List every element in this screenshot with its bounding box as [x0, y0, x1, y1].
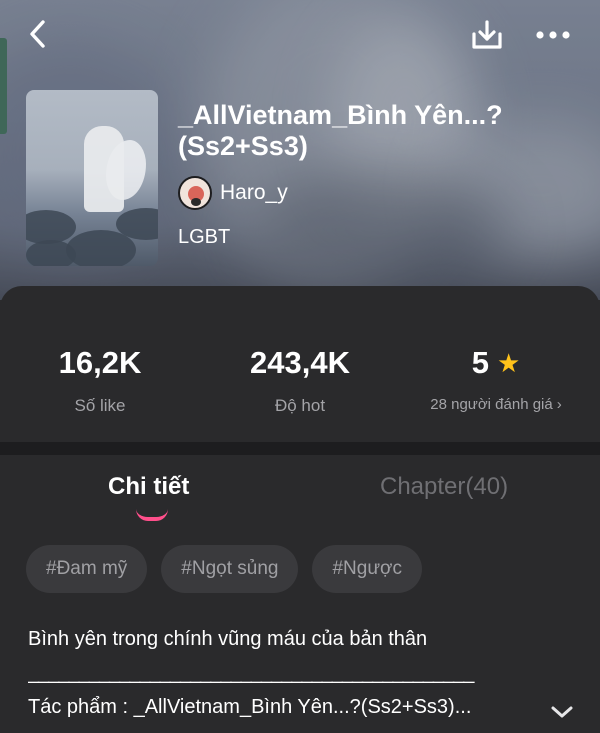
tab-bar: Chi tiết Chapter(40): [0, 455, 600, 535]
more-horizontal-icon: [536, 31, 570, 39]
active-tab-indicator: [136, 509, 168, 521]
back-button[interactable]: [18, 14, 58, 54]
rating-stat[interactable]: 5 ★ 28 người đánh giá ›: [396, 344, 596, 413]
tag-chip[interactable]: #Ngược: [312, 545, 423, 593]
description: Bình yên trong chính vũng máu của bản th…: [28, 622, 568, 724]
detail-card: 16,2K Số like 243,4K Độ hot 5 ★ 28 người…: [0, 286, 600, 733]
hot-stat: 243,4K Độ hot: [200, 344, 400, 416]
tag-list: #Đam mỹ #Ngọt sủng #Ngược: [26, 545, 423, 593]
rating-count-label: 28 người đánh giá: [430, 396, 553, 413]
description-line: Tác phẩm : _AllVietnam_Bình Yên...?(Ss2+…: [28, 696, 472, 718]
description-separator: ________________________________________…: [28, 662, 474, 684]
book-category: LGBT: [178, 226, 231, 248]
author-avatar: [178, 176, 212, 210]
hot-label: Độ hot: [274, 396, 326, 415]
rating-value: 5: [471, 345, 489, 380]
tag-chip[interactable]: #Ngọt sủng: [161, 545, 299, 593]
download-icon: [472, 20, 502, 49]
author-link[interactable]: Haro_y: [178, 176, 288, 210]
author-name: Haro_y: [220, 181, 288, 204]
tab-detail[interactable]: Chi tiết: [108, 473, 189, 501]
description-line: Bình yên trong chính vũng máu của bản th…: [28, 628, 428, 650]
book-detail-screen: _AllVietnam_Bình Yên...?(Ss2+Ss3) Haro_y…: [0, 0, 600, 733]
more-button[interactable]: [530, 14, 576, 56]
download-button[interactable]: [466, 14, 508, 56]
likes-stat: 16,2K Số like: [0, 344, 200, 416]
hot-value: 243,4K: [250, 345, 350, 380]
tab-chapter[interactable]: Chapter(40): [380, 473, 508, 501]
rating-label-row: 28 người đánh giá ›: [396, 396, 596, 413]
expand-description-button[interactable]: [546, 696, 578, 728]
likes-label: Số like: [74, 396, 126, 415]
stats-row: 16,2K Số like 243,4K Độ hot 5 ★ 28 người…: [0, 286, 600, 442]
book-cover: [26, 90, 158, 266]
star-icon: ★: [496, 348, 521, 378]
edge-handle: [0, 38, 7, 134]
chevron-down-icon: [551, 706, 573, 718]
chevron-right-icon: ›: [556, 396, 562, 413]
book-title: _AllVietnam_Bình Yên...?(Ss2+Ss3): [178, 100, 503, 161]
likes-value: 16,2K: [58, 345, 142, 380]
tag-chip[interactable]: #Đam mỹ: [26, 545, 148, 593]
chevron-left-icon: [30, 20, 45, 48]
section-divider: [0, 442, 600, 455]
